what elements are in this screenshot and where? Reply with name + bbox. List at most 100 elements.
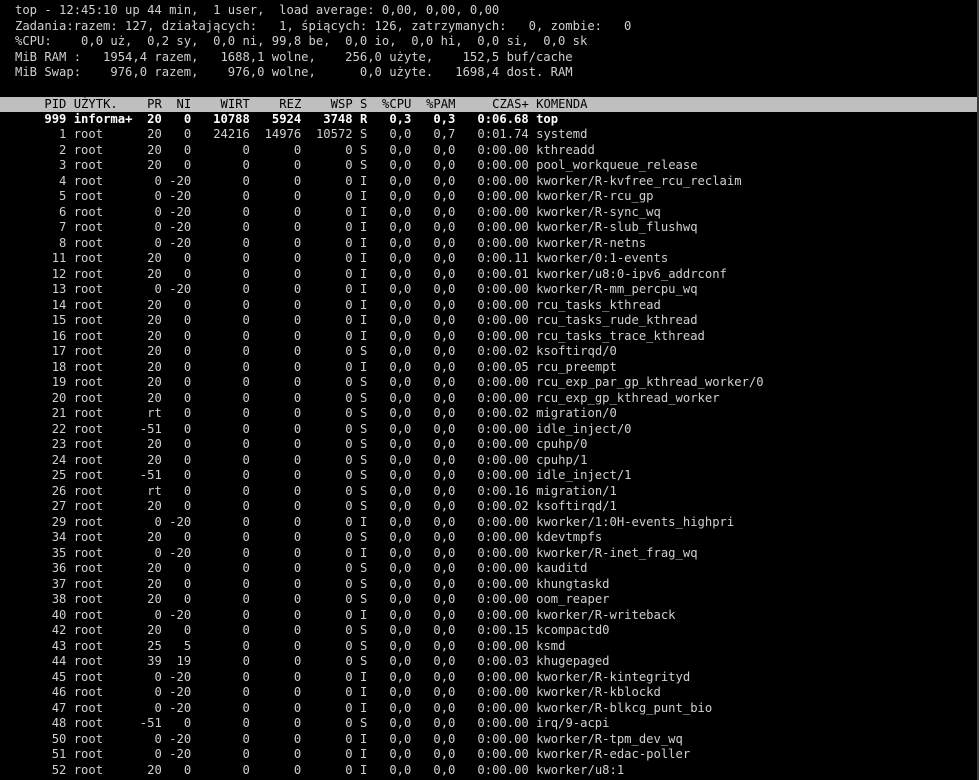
cell-cpu: 0,0 — [389, 421, 412, 436]
cell-user: root — [73, 669, 104, 684]
cell-res: 0 — [293, 220, 302, 234]
cell-time: 0:00.00 — [477, 173, 529, 188]
cell-cpu: 0,0 — [389, 297, 412, 312]
cell-cpu: 0,0 — [389, 685, 412, 699]
cell-pr: 20 — [147, 158, 162, 172]
cell-pr: 20 — [147, 313, 162, 327]
table-row: 52 root 20 0 0 0 0 I 0,0 0,0 0:00.00 kwo… — [15, 763, 979, 779]
cell-user: root — [73, 390, 104, 405]
cell-cpu: 0,0 — [389, 623, 412, 637]
cell-pr: 20 — [147, 111, 162, 126]
cell-state: I — [359, 189, 368, 203]
cell-ni: -20 — [169, 189, 192, 203]
cell-res: 14976 — [264, 127, 302, 141]
cell-virt: 0 — [242, 158, 250, 172]
cell-ni: -20 — [169, 545, 192, 560]
table-row: 21 root rt 0 0 0 0 S 0,0 0,0 0:00.02 mig… — [15, 406, 979, 422]
cell-ni: -20 — [169, 700, 192, 715]
cell-command: kworker/R-tpm_dev_wq — [536, 731, 683, 746]
cell-pr: 0 — [154, 204, 162, 219]
cell-shr: 0 — [345, 499, 353, 513]
table-row: 6 root 0 -20 0 0 0 I 0,0 0,0 0:00.00 kwo… — [15, 205, 979, 221]
cell-command: kworker/R-rcu_gp — [536, 189, 654, 203]
cell-mem: 0,0 — [433, 189, 456, 203]
cell-virt: 0 — [242, 344, 250, 358]
cell-virt: 0 — [242, 607, 250, 622]
cell-res: 0 — [293, 437, 302, 451]
table-row: 7 root 0 -20 0 0 0 I 0,0 0,0 0:00.00 kwo… — [15, 220, 979, 236]
cell-virt: 0 — [242, 173, 250, 188]
cell-shr: 0 — [345, 545, 353, 560]
cell-user: root — [73, 158, 104, 172]
cell-state: S — [359, 530, 368, 544]
cell-pr: 20 — [147, 561, 162, 575]
cell-cpu: 0,0 — [389, 468, 412, 482]
cell-pr: 0 — [154, 514, 162, 529]
cell-time: 0:00.00 — [477, 716, 529, 730]
cell-time: 0:00.02 — [477, 406, 529, 420]
cell-user: root — [73, 297, 104, 312]
cell-mem: 0,0 — [433, 700, 456, 715]
terminal-window[interactable]: top - 12:45:10 up 44 min, 1 user, load a… — [0, 0, 979, 780]
cell-user: root — [73, 514, 104, 529]
cell-ni: 0 — [183, 313, 192, 327]
cell-virt: 0 — [242, 592, 250, 606]
cell-shr: 0 — [345, 406, 353, 420]
cell-virt: 0 — [242, 762, 250, 777]
table-row: 19 root 20 0 0 0 0 S 0,0 0,0 0:00.00 rcu… — [15, 375, 979, 391]
cell-user: root — [73, 654, 104, 668]
cell-command: kdevtmpfs — [536, 530, 603, 544]
cell-res: 0 — [293, 313, 302, 327]
cell-ni: 0 — [183, 390, 192, 405]
cell-shr: 0 — [345, 328, 353, 343]
table-row: 35 root 0 -20 0 0 0 I 0,0 0,0 0:00.00 kw… — [15, 546, 979, 562]
cell-state: I — [359, 282, 368, 296]
cell-cpu: 0,0 — [389, 344, 412, 358]
cell-virt: 0 — [242, 421, 250, 436]
cell-command: ksoftirqd/0 — [536, 344, 617, 358]
cell-pid: 2 — [59, 142, 67, 157]
table-row: 22 root -51 0 0 0 0 S 0,0 0,0 0:00.00 id… — [15, 422, 979, 438]
cell-shr: 0 — [345, 638, 353, 653]
cell-mem: 0,0 — [433, 592, 456, 606]
table-row: 4 root 0 -20 0 0 0 I 0,0 0,0 0:00.00 kwo… — [15, 174, 979, 190]
cell-time: 0:00.01 — [477, 266, 529, 281]
header-ni: NI — [176, 96, 192, 111]
cell-ni: 0 — [183, 421, 192, 436]
cell-time: 0:00.00 — [477, 530, 529, 544]
cell-ni: 5 — [183, 638, 192, 653]
cell-time: 0:00.00 — [477, 545, 529, 560]
summary-ram-line: MiB RAM : 1954,4 razem, 1688,1 wolne, 25… — [15, 49, 573, 64]
cell-time: 0:00.00 — [477, 576, 529, 591]
cell-ni: -20 — [169, 173, 192, 188]
cell-command: ksoftirqd/1 — [536, 499, 617, 513]
cell-user: root — [73, 375, 104, 389]
cell-state: S — [359, 576, 368, 591]
cell-mem: 0,0 — [433, 158, 456, 172]
table-row: 26 root rt 0 0 0 0 S 0,0 0,0 0:00.16 mig… — [15, 484, 979, 500]
cell-res: 0 — [293, 716, 302, 730]
cell-cpu: 0,0 — [389, 607, 412, 622]
cell-ni: 19 — [176, 654, 192, 668]
table-row: 27 root 20 0 0 0 0 S 0,0 0,0 0:00.02 kso… — [15, 499, 979, 515]
cell-pr: 20 — [147, 592, 162, 606]
cell-user: root — [73, 359, 104, 374]
cell-shr: 0 — [345, 654, 353, 668]
cell-pid: 16 — [51, 328, 67, 343]
table-row: 12 root 20 0 0 0 0 I 0,0 0,0 0:00.01 kwo… — [15, 267, 979, 283]
cell-res: 0 — [293, 638, 302, 653]
cell-ni: 0 — [183, 576, 192, 591]
cell-res: 0 — [293, 406, 302, 420]
cell-mem: 0,0 — [433, 607, 456, 622]
cell-cpu: 0,0 — [389, 173, 412, 188]
cell-state: I — [359, 669, 368, 684]
cell-pr: 20 — [147, 576, 162, 591]
cell-shr: 0 — [345, 483, 353, 498]
cell-command: idle_inject/0 — [536, 421, 632, 436]
cell-virt: 0 — [242, 142, 250, 157]
header-time: CZAS+ — [492, 96, 529, 111]
cell-user: root — [73, 437, 104, 451]
cell-cpu: 0,0 — [389, 204, 412, 219]
cell-user: root — [73, 576, 104, 591]
cell-mem: 0,0 — [433, 499, 456, 513]
